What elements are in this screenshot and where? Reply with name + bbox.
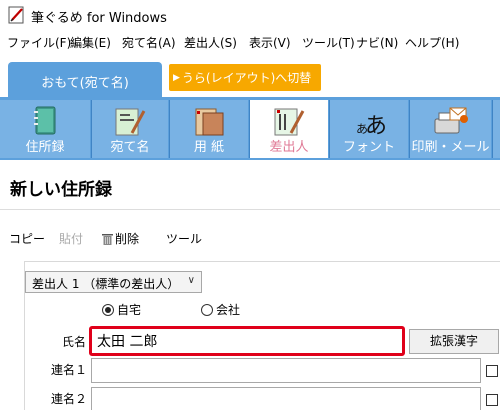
paper-icon bbox=[195, 108, 224, 136]
radio-company[interactable]: 会社 bbox=[201, 301, 240, 318]
joint-name-1-label: 連名１ bbox=[51, 363, 88, 377]
toolbar-address-card-label: 宛て名 bbox=[110, 140, 150, 155]
toolbar-paper[interactable]: 用 紙 bbox=[169, 100, 248, 158]
tab-front-address[interactable]: おもて(宛て名) bbox=[8, 62, 162, 100]
joint-name-1-checkbox[interactable] bbox=[486, 365, 498, 377]
menu-file[interactable]: ファイル(F) bbox=[7, 34, 71, 51]
sender-icon bbox=[274, 108, 305, 136]
extended-kanji-button[interactable]: 拡張漢字 bbox=[409, 329, 499, 354]
play-arrow-icon: ▶ bbox=[173, 72, 180, 83]
panel-border-top bbox=[24, 261, 500, 262]
toolbar-font[interactable]: あ あ フォント bbox=[329, 100, 408, 158]
radio-company-label: 会社 bbox=[216, 303, 241, 317]
radio-checked-icon bbox=[102, 303, 114, 316]
radio-home-label: 自宅 bbox=[117, 303, 142, 317]
menu-view[interactable]: 表示(V) bbox=[249, 34, 291, 51]
tab-switch-back-label: うら(レイアウト)へ切替 bbox=[181, 71, 312, 85]
toolbar-address-card[interactable]: 宛て名 bbox=[91, 100, 168, 158]
menu-bar: ファイル(F) 編集(E) 宛て名(A) 差出人(S) 表示(V) ツール(T)… bbox=[0, 31, 500, 53]
toolbar-address-book-label: 住所録 bbox=[25, 140, 65, 155]
toolbar-sender-label: 差出人 bbox=[269, 140, 309, 155]
delete-label: 削除 bbox=[115, 232, 140, 246]
trash-icon bbox=[102, 234, 113, 245]
toolbar-overflow[interactable] bbox=[492, 100, 500, 158]
menu-edit[interactable]: 編集(E) bbox=[70, 34, 111, 51]
joint-name-2-field[interactable] bbox=[91, 387, 481, 410]
menu-sender[interactable]: 差出人(S) bbox=[184, 34, 237, 51]
menu-navi[interactable]: ナビ(N) bbox=[356, 34, 398, 51]
sender-select[interactable]: 差出人 1 （標準の差出人） ∨ bbox=[25, 271, 202, 293]
toolbar-paper-label: 用 紙 bbox=[193, 140, 225, 155]
page-title: 新しい住所録 bbox=[10, 180, 112, 200]
copy-button[interactable]: コピー bbox=[9, 230, 45, 247]
menu-address[interactable]: 宛て名(A) bbox=[122, 34, 176, 51]
font-icon: あ あ bbox=[356, 114, 387, 139]
joint-name-2-checkbox[interactable] bbox=[486, 394, 498, 406]
print-mail-icon bbox=[434, 107, 468, 134]
radio-home[interactable]: 自宅 bbox=[102, 301, 141, 318]
paste-button[interactable]: 貼付 bbox=[59, 230, 83, 247]
tools-button[interactable]: ツール bbox=[166, 230, 202, 247]
main-toolbar: 住所録 宛て名 用 紙 差出人 あ あ フォント 印刷・メール bbox=[0, 97, 500, 160]
toolbar-address-book[interactable]: 住所録 bbox=[0, 100, 90, 158]
delete-button[interactable]: 削除 bbox=[102, 230, 139, 247]
chevron-down-icon: ∨ bbox=[187, 275, 195, 286]
menu-help[interactable]: ヘルプ(H) bbox=[405, 34, 459, 51]
window-title: 筆ぐるめ for Windows bbox=[31, 11, 167, 26]
toolbar-print-mail-label: 印刷・メール bbox=[411, 140, 490, 155]
address-book-icon bbox=[34, 106, 56, 135]
divider bbox=[0, 209, 500, 210]
tab-switch-back[interactable]: ▶ うら(レイアウト)へ切替 bbox=[169, 64, 321, 91]
name-label: 氏名 bbox=[62, 335, 87, 349]
menu-tools[interactable]: ツール(T) bbox=[302, 34, 355, 51]
joint-name-1-field[interactable] bbox=[91, 358, 481, 383]
toolbar-print-mail[interactable]: 印刷・メール bbox=[409, 100, 491, 158]
name-field[interactable] bbox=[89, 326, 405, 356]
side-tabs: おもて(宛て名) ▶ うら(レイアウト)へ切替 bbox=[0, 54, 500, 100]
radio-unchecked-icon bbox=[201, 303, 213, 316]
app-icon bbox=[8, 6, 24, 24]
sender-select-value: 差出人 1 （標準の差出人） bbox=[32, 277, 180, 291]
title-bar: 筆ぐるめ for Windows bbox=[0, 0, 500, 30]
address-card-icon bbox=[115, 108, 146, 136]
toolbar-sender[interactable]: 差出人 bbox=[249, 100, 328, 158]
joint-name-2-label: 連名２ bbox=[51, 392, 88, 406]
toolbar-font-label: フォント bbox=[342, 140, 395, 155]
